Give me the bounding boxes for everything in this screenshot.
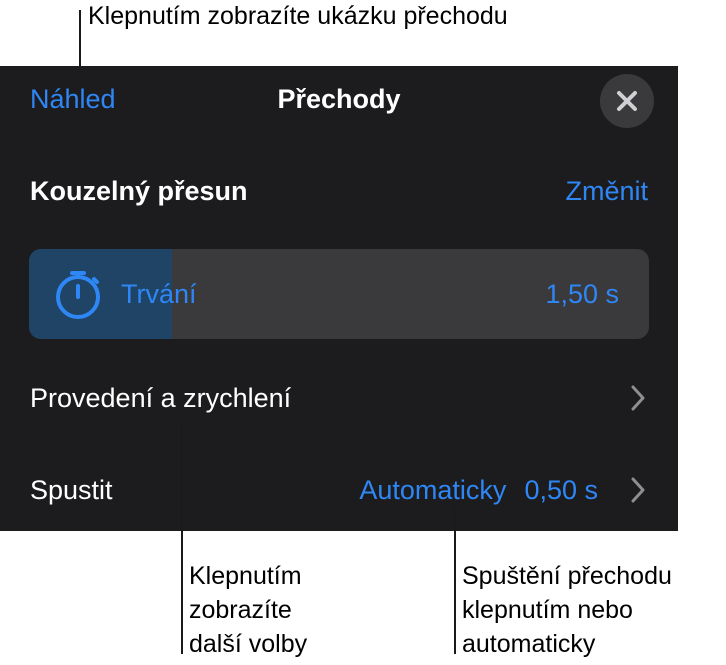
timer-icon (56, 271, 100, 319)
start-delay: 0,50 s (524, 475, 598, 505)
duration-slider[interactable]: Trvání 1,50 s (29, 249, 649, 339)
close-icon (617, 91, 637, 111)
callout-options-line-3: další volby (189, 630, 308, 658)
callout-options-line-1: Klepnutím (189, 562, 302, 590)
start-label: Spustit (30, 475, 113, 505)
chevron-right-icon (631, 477, 645, 503)
panel-title: Přechody (277, 84, 401, 114)
transition-name: Kouzelný přesun (30, 176, 248, 206)
callout-start-line (454, 508, 456, 654)
chevron-right-icon (631, 385, 645, 411)
transitions-panel: Náhled Přechody Kouzelný přesun Změnit T… (0, 66, 678, 531)
start-values: Automaticky 0,50 s (359, 472, 598, 508)
duration-value: 1,50 s (545, 279, 619, 309)
start-mode: Automaticky (359, 475, 507, 505)
change-button[interactable]: Změnit (565, 173, 648, 209)
duration-label: Trvání (121, 279, 197, 309)
callout-start-line-1: Spuštění přechodu (462, 562, 672, 590)
callout-start-line-3: automaticky (462, 630, 596, 658)
delivery-acceleration-row[interactable]: Provedení a zrychlení (0, 363, 678, 433)
callout-start-line-2: klepnutím nebo (462, 596, 633, 624)
start-row[interactable]: Spustit Automaticky 0,50 s (0, 455, 678, 525)
callout-preview-text: Klepnutím zobrazíte ukázku přechodu (88, 2, 508, 30)
callout-options-text: Klepnutím zobrazíte další volby (189, 559, 307, 661)
delivery-acceleration-label: Provedení a zrychlení (30, 383, 292, 413)
callout-options-line-2: zobrazíte (189, 596, 292, 624)
close-button[interactable] (600, 74, 654, 128)
callout-options-line (181, 421, 183, 654)
callout-start-text: Spuštění přechodu klepnutím nebo automat… (462, 559, 672, 661)
